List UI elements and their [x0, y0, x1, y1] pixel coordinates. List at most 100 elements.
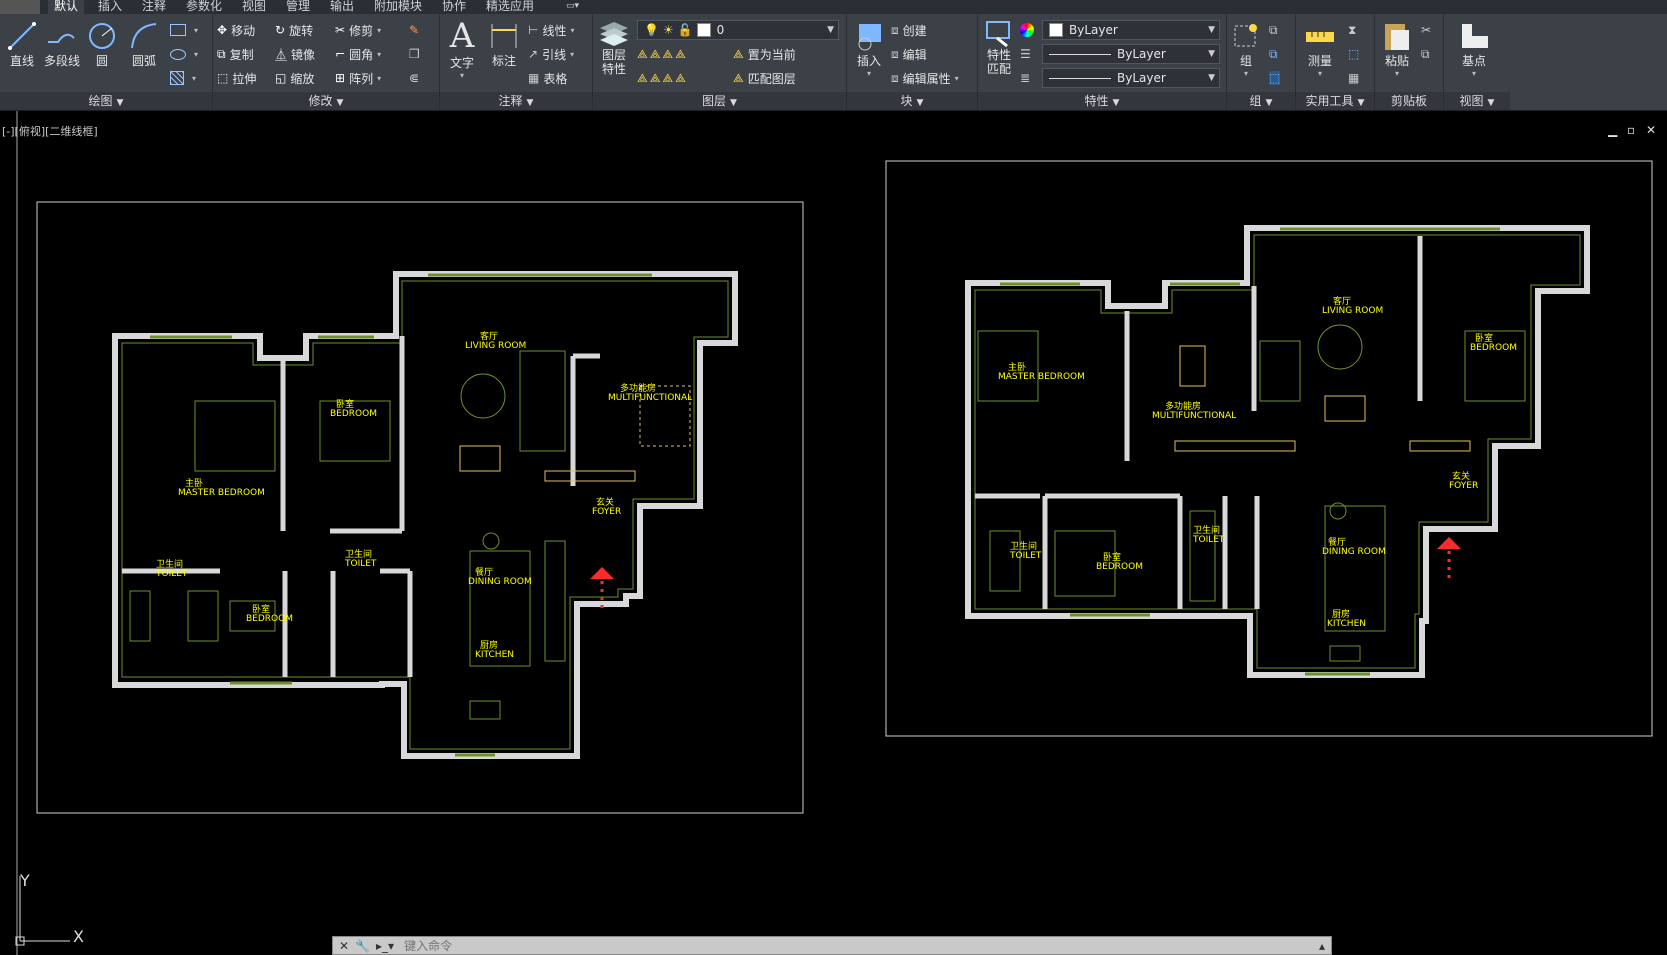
insert-block-button[interactable]: 插入 ▾	[851, 20, 887, 78]
svg-text:TOILET: TOILET	[1192, 535, 1225, 545]
group-edit-button[interactable]: ⧉	[1269, 44, 1282, 64]
quick-select-button[interactable]: ⧗	[1348, 20, 1360, 40]
tab-featured-apps[interactable]: 精选应用	[486, 0, 534, 14]
base-point-button[interactable]: 基点 ▾	[1454, 20, 1494, 78]
move-button[interactable]: ✥ 移动	[217, 20, 255, 40]
utilities-panel-title[interactable]: 实用工具 ▼	[1296, 92, 1374, 110]
dimension-button[interactable]: 标注	[484, 20, 524, 69]
command-input[interactable]	[402, 937, 1207, 954]
view-panel-title[interactable]: 视图 ▼	[1444, 92, 1510, 110]
calculator-button[interactable]: ▦	[1348, 68, 1363, 88]
measure-button[interactable]: 测量 ▾	[1300, 20, 1340, 78]
partitions-left	[122, 336, 600, 677]
line-button[interactable]: 直线	[4, 20, 40, 69]
properties-panel-title[interactable]: 特性 ▼	[978, 92, 1226, 110]
eraser-icon: ✎	[409, 23, 420, 37]
linetype-icon-button[interactable]: ☰	[1020, 44, 1035, 64]
annotation-panel-title[interactable]: 注释 ▼	[440, 92, 592, 110]
layer-properties-button[interactable]: 图层 特性	[597, 18, 631, 76]
hatch-button[interactable]: ▾	[170, 68, 196, 88]
edit-block-button[interactable]: ⧈ 编辑	[891, 44, 927, 64]
cut-button[interactable]: ✂	[1421, 20, 1435, 40]
ungroup-button[interactable]: ⧉	[1269, 20, 1282, 40]
color-wheel-button[interactable]	[1020, 20, 1038, 40]
rotate-button[interactable]: ↻ 旋转	[275, 20, 313, 40]
tab-output[interactable]: 输出	[330, 0, 354, 14]
modify-panel-title[interactable]: 修改 ▼	[213, 92, 439, 110]
tab-view[interactable]: 视图	[242, 0, 266, 14]
erase-button[interactable]: ✎	[409, 20, 423, 40]
draw-panel-title[interactable]: 绘图 ▼	[0, 92, 212, 110]
group-button[interactable]: 组 ▾	[1231, 20, 1261, 78]
groups-panel-title[interactable]: 组 ▼	[1227, 92, 1295, 110]
create-block-button[interactable]: ⧈ 创建	[891, 20, 927, 40]
app-menu-button[interactable]	[0, 0, 40, 14]
text-button[interactable]: A 文字 ▾	[444, 18, 480, 80]
ellipse-button[interactable]: ▾	[170, 44, 198, 64]
match-properties-button[interactable]: 特性 匹配	[982, 18, 1016, 76]
polyline-button[interactable]: 多段线	[42, 20, 82, 69]
table-icon: ▦	[528, 71, 540, 85]
lineweight-icon-button[interactable]: ≣	[1020, 68, 1034, 88]
command-prompt-icon[interactable]: ▸_▾	[376, 939, 394, 953]
copy-clip-button[interactable]: ⧉	[1421, 44, 1434, 64]
linear-button[interactable]: ⊢ 线性 ▾	[528, 20, 574, 40]
copy-button[interactable]: ⧉ 复制	[217, 44, 254, 64]
linetype-dropdown[interactable]: ByLayer ▼	[1042, 44, 1220, 64]
paste-button[interactable]: 粘贴 ▾	[1379, 20, 1415, 78]
tab-default[interactable]: 默认	[48, 0, 85, 14]
tab-overflow-icon[interactable]: ▭▾	[566, 0, 579, 14]
floor-plan-right[interactable]: 客厅LIVING ROOM 多功能房MULTIFUNCTIONAL 卧室BEDR…	[885, 160, 1653, 737]
tab-insert[interactable]: 插入	[98, 0, 122, 14]
layer-color-swatch	[696, 23, 711, 37]
set-current-button[interactable]: ⟁ 置为当前	[733, 44, 796, 64]
floor-plan-left[interactable]: 客厅LIVING ROOM 多功能房MULTIFUNCTIONAL 卧室BEDR…	[36, 201, 804, 814]
table-button[interactable]: ▦ 表格	[528, 68, 567, 88]
layers-panel-title[interactable]: 图层 ▼	[593, 92, 846, 110]
tab-collaborate[interactable]: 协作	[442, 0, 466, 14]
line-icon	[8, 22, 36, 50]
fillet-button[interactable]: ⌐ 圆角 ▾	[335, 44, 381, 64]
tab-manage[interactable]: 管理	[286, 0, 310, 14]
arc-button[interactable]: 圆弧	[124, 20, 164, 69]
linetype-icon: ☰	[1020, 47, 1031, 61]
mirror-button[interactable]: ⏅ 镜像	[275, 44, 315, 64]
tab-addins[interactable]: 附加模块	[374, 0, 422, 14]
lineweight-dropdown[interactable]: ByLayer ▼	[1042, 68, 1220, 88]
layer-tools-row2[interactable]: ⟁⟁⟁⟁	[637, 68, 692, 88]
command-settings-icon[interactable]: 🔧	[355, 939, 370, 953]
mirror-icon: ⏅	[275, 47, 288, 62]
linetype-preview	[1049, 53, 1111, 55]
command-history-icon[interactable]: ▴	[1319, 939, 1325, 953]
layer-tools-row1[interactable]: ⟁⟁⟁⟁	[637, 44, 692, 64]
layer-dropdown[interactable]: 💡 ☀ 🔓 0 ▼	[637, 20, 839, 40]
tab-annotate[interactable]: 注释	[142, 0, 166, 14]
svg-text:TOILET: TOILET	[155, 569, 188, 579]
cad-drawing-canvas[interactable]: 客厅LIVING ROOM 多功能房MULTIFUNCTIONAL 卧室BEDR…	[0, 111, 1667, 955]
layer-tools2-icon: ⟁⟁⟁⟁	[637, 70, 688, 85]
svg-text:BEDROOM: BEDROOM	[1096, 562, 1143, 572]
rectangle-button[interactable]: ▾	[170, 20, 198, 40]
select-all-button[interactable]: ⬚	[1348, 44, 1363, 64]
color-dropdown[interactable]: ByLayer ▼	[1042, 20, 1220, 40]
circle-icon	[89, 23, 115, 49]
clipboard-panel: 粘贴 ▾ ✂ ⧉ 剪贴板	[1375, 14, 1444, 110]
scale-button[interactable]: ◱ 缩放	[275, 68, 314, 88]
explode-button[interactable]: ❒	[409, 44, 424, 64]
edit-attribute-button[interactable]: ⧈ 编辑属性 ▾	[891, 68, 959, 88]
trim-button[interactable]: ✂ 修剪 ▾	[335, 20, 381, 40]
match-layer-button[interactable]: ⟁ 匹配图层	[733, 68, 796, 88]
clipboard-panel-title[interactable]: 剪贴板	[1375, 92, 1443, 110]
array-button[interactable]: ⊞ 阵列 ▾	[335, 68, 381, 88]
create-block-icon: ⧈	[891, 22, 899, 37]
tab-parametric[interactable]: 参数化	[186, 0, 222, 14]
leader-button[interactable]: ↗ 引线 ▾	[528, 44, 574, 64]
offset-button[interactable]: ⋐	[409, 68, 423, 88]
view-panel: 基点 ▾ 视图 ▼	[1444, 14, 1510, 110]
circle-button[interactable]: 圆	[84, 20, 120, 69]
linear-dim-icon: ⊢	[528, 23, 539, 37]
group-select-button[interactable]: ⬚	[1269, 68, 1284, 88]
command-close-icon[interactable]: ✕	[339, 939, 349, 953]
block-panel-title[interactable]: 块 ▼	[847, 92, 977, 110]
stretch-button[interactable]: ⬚ 拉伸	[217, 68, 256, 88]
